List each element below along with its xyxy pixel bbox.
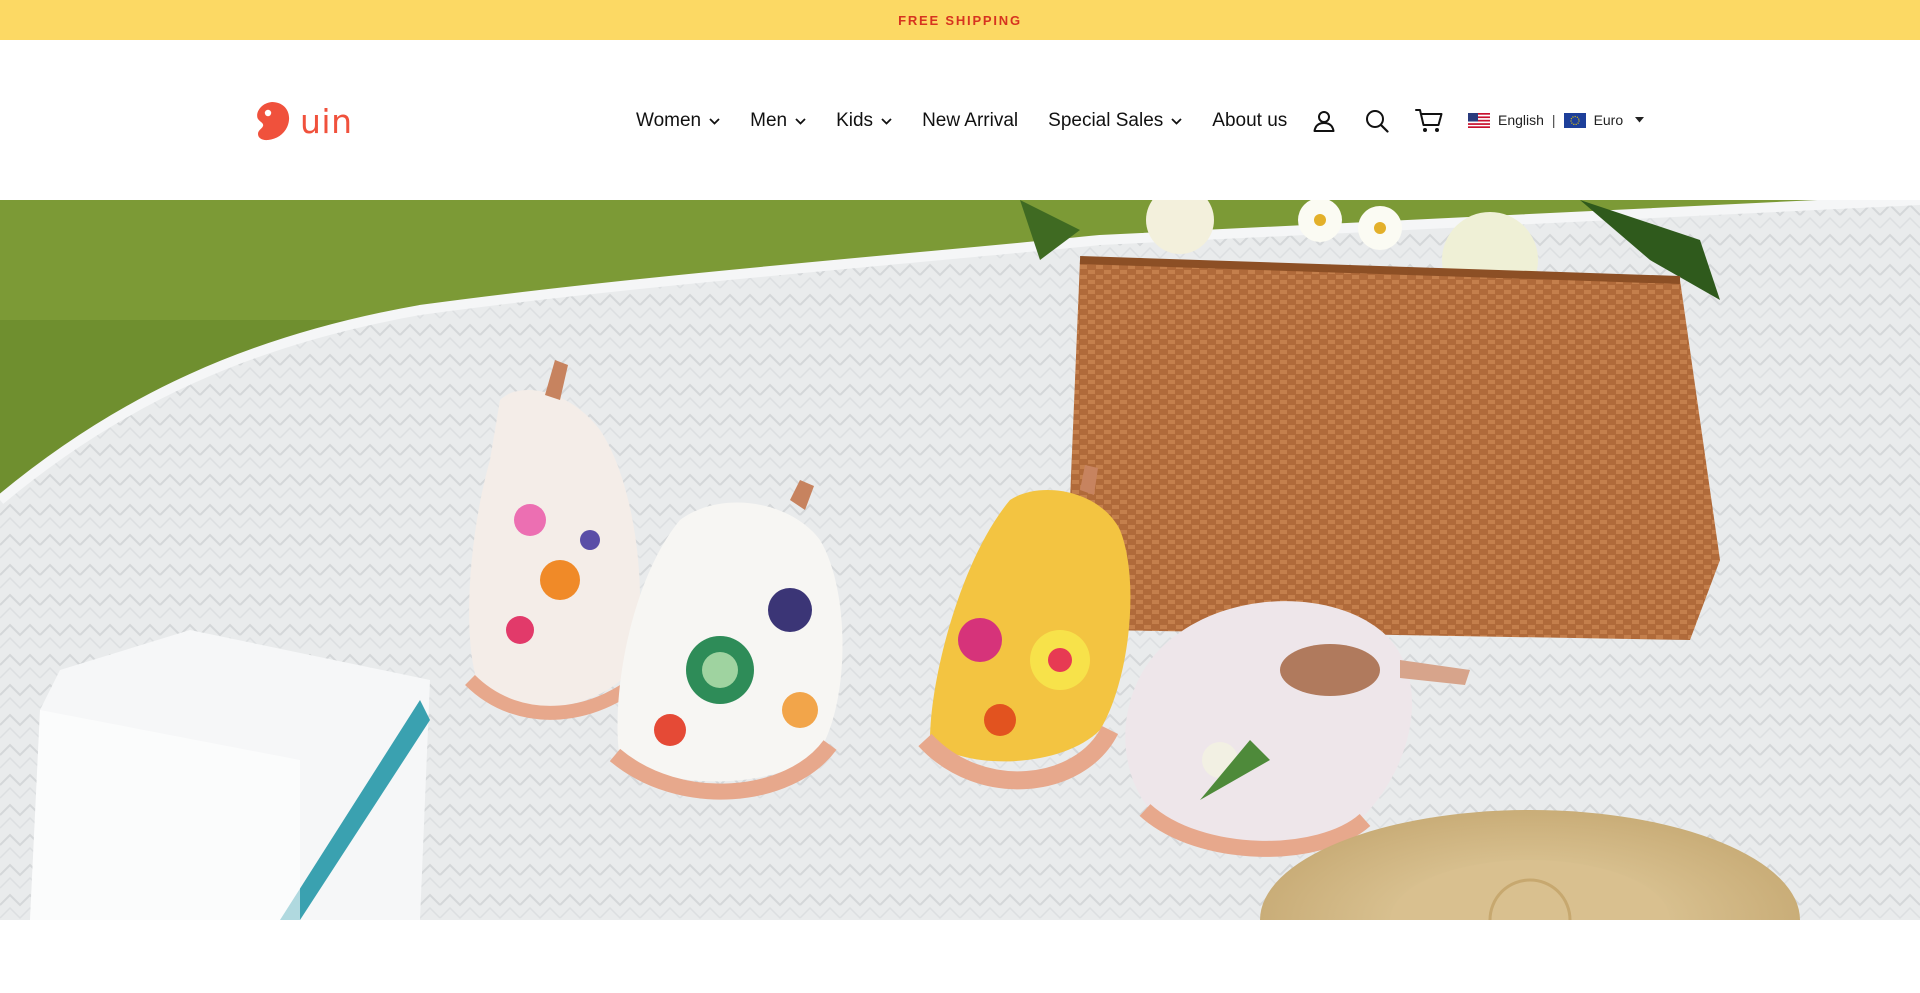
language-label: English (1498, 112, 1544, 128)
announcement-text: FREE SHIPPING (898, 12, 1022, 28)
announcement-bar: FREE SHIPPING (0, 0, 1920, 40)
site-header: uin Women Men Kids New Arrival Special S… (0, 40, 1920, 200)
nav-item-special-sales[interactable]: Special Sales (1048, 110, 1182, 132)
chevron-down-icon (709, 117, 720, 125)
caret-down-icon (1635, 117, 1645, 123)
account-icon[interactable] (1310, 107, 1338, 135)
nav-label: About us (1212, 110, 1288, 131)
chevron-down-icon (881, 117, 892, 125)
logo-text: uin (300, 101, 353, 141)
nav-item-women[interactable]: Women (636, 110, 720, 132)
currency-label: Euro (1593, 112, 1624, 128)
search-icon[interactable] (1363, 107, 1391, 135)
nav-label: Men (750, 110, 788, 131)
nav-item-kids[interactable]: Kids (836, 110, 892, 132)
hero-image (0, 200, 1920, 920)
hero-banner[interactable] (0, 200, 1920, 920)
chevron-down-icon (1171, 117, 1182, 125)
chevron-down-icon (795, 117, 806, 125)
us-flag-icon (1468, 112, 1490, 128)
nav-label: Special Sales (1048, 110, 1164, 131)
cart-icon[interactable] (1415, 107, 1443, 135)
nav-item-new-arrival[interactable]: New Arrival (922, 110, 1018, 132)
main-nav: Women Men Kids New Arrival Special Sales (636, 108, 1317, 134)
nav-item-men[interactable]: Men (750, 110, 806, 132)
locale-selector[interactable]: English | Euro (1468, 110, 1645, 130)
nav-label: Kids (836, 110, 874, 131)
logo[interactable]: uin (252, 98, 353, 144)
locale-separator: | (1551, 112, 1556, 128)
logo-mark-icon (257, 102, 290, 141)
nav-label: New Arrival (922, 110, 1019, 131)
nav-item-about-us[interactable]: About us (1212, 110, 1287, 132)
nav-label: Women (636, 110, 702, 131)
eu-flag-icon (1563, 112, 1586, 128)
